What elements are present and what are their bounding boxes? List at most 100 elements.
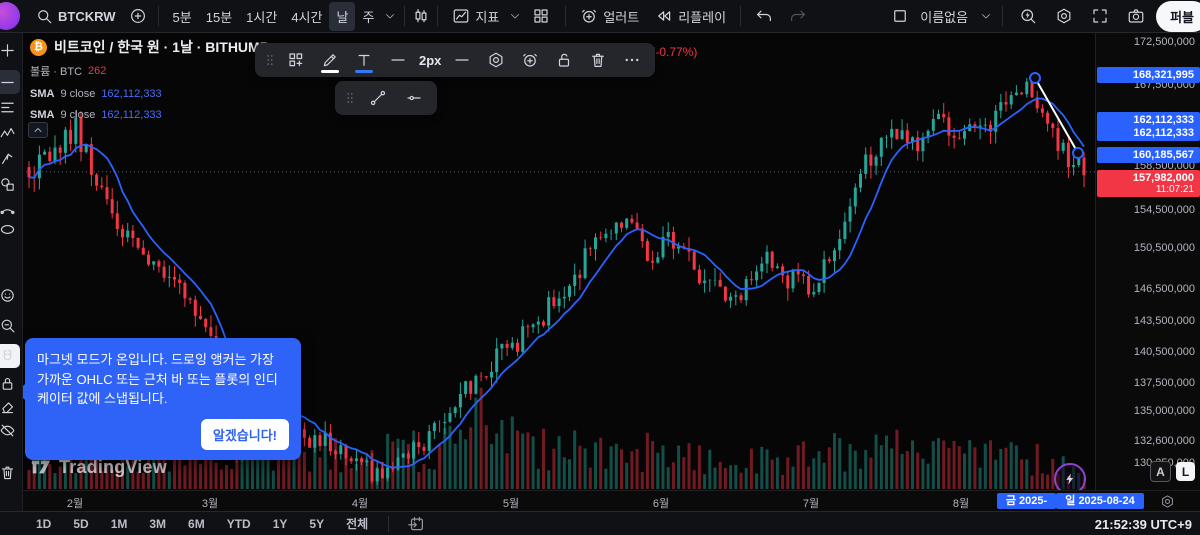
volume-legend-value: 262 <box>88 65 107 77</box>
delete-drawing-button[interactable] <box>583 45 613 75</box>
range-button-1M[interactable]: 1M <box>109 515 130 533</box>
sidebar-tool-lock[interactable] <box>0 371 20 395</box>
sma-label[interactable]: SMA <box>30 88 54 100</box>
user-avatar[interactable] <box>0 2 20 30</box>
alert-button[interactable]: 얼러트 <box>573 2 646 31</box>
timeframe-button-5분[interactable]: 5분 <box>166 2 199 31</box>
range-button-6M[interactable]: 6M <box>186 515 207 533</box>
indicator-templates-icon[interactable] <box>532 7 550 25</box>
chart-legend: ₿ 비트코인 / 한국 원 · 1날 · BITHUMB 볼륨 · BTC 26… <box>30 37 270 121</box>
sma-value: 162,112,333 <box>101 88 162 100</box>
drawing-settings-button[interactable] <box>481 45 511 75</box>
auto-scale-button[interactable]: A <box>1150 461 1171 482</box>
sidebar-tool-shapes[interactable] <box>0 172 20 196</box>
timeframe-button-주[interactable]: 주 <box>355 2 381 31</box>
timeframe-expand-icon[interactable] <box>383 9 397 23</box>
legend-collapse-button[interactable] <box>28 122 48 138</box>
tooltip-ok-button[interactable]: 알겠습니다! <box>200 418 289 450</box>
sidebar-tool-ellipse[interactable] <box>0 217 20 241</box>
sidebar-tool-pattern[interactable] <box>0 121 20 145</box>
watermark-text: TradingView <box>59 456 167 477</box>
sidebar-tool-hide[interactable] <box>0 418 20 442</box>
chart-canvas[interactable]: ₿ 비트코인 / 한국 원 · 1날 · BITHUMB 볼륨 · BTC 26… <box>17 33 1095 495</box>
undo-icon[interactable] <box>755 7 773 25</box>
divider <box>437 6 439 26</box>
timeframe-button-날[interactable]: 날 <box>329 1 356 31</box>
text-color-button[interactable] <box>349 45 379 75</box>
price-tick: 137,500,000 <box>1133 377 1195 389</box>
divider <box>740 6 742 26</box>
indicators-expand-icon[interactable] <box>508 9 522 23</box>
drag-handle-icon[interactable] <box>263 49 277 71</box>
shapes-icon <box>0 176 16 193</box>
line-width-button[interactable] <box>383 45 413 75</box>
range-button-YTD[interactable]: YTD <box>225 515 253 533</box>
layout-name-label: 이름없음 <box>920 9 969 25</box>
timeframe-button-4시간[interactable]: 4시간 <box>284 2 329 31</box>
range-button-전체[interactable]: 전체 <box>344 513 370 534</box>
layout-expand-icon[interactable] <box>979 9 993 23</box>
clock-label[interactable]: 21:52:39 UTC+9 <box>1095 512 1192 535</box>
template-plus-icon <box>287 51 305 69</box>
price-tick: 135,000,000 <box>1133 405 1195 417</box>
fullscreen-icon[interactable] <box>1091 7 1109 25</box>
divider <box>565 6 567 26</box>
layout-name-button[interactable]: 이름없음 <box>913 2 975 31</box>
trendline-anchor-end <box>1072 147 1084 159</box>
sma-label[interactable]: SMA <box>30 109 54 121</box>
month-tick: 4월 <box>351 498 369 510</box>
sidebar-tool-zoom[interactable] <box>0 313 20 337</box>
sidebar-tool-forecast[interactable] <box>0 146 20 170</box>
line-color-button[interactable] <box>315 45 345 75</box>
price-axis[interactable]: A L 172,500,000 167,500,000 158,500,000 154… <box>1095 33 1200 490</box>
unlock-icon <box>555 51 573 69</box>
indicators-label: 지표 <box>475 9 500 25</box>
range-button-5Y[interactable]: 5Y <box>307 515 326 533</box>
compare-add-icon[interactable] <box>129 7 147 25</box>
range-button-3M[interactable]: 3M <box>147 515 168 533</box>
horizontal-ray-tool-button[interactable] <box>399 83 429 113</box>
sidebar-tool-eraser[interactable] <box>0 394 20 418</box>
range-button-1Y[interactable]: 1Y <box>271 515 290 533</box>
more-options-button[interactable] <box>617 45 647 75</box>
quick-search-icon[interactable] <box>1019 7 1037 25</box>
lock-drawing-button[interactable] <box>549 45 579 75</box>
publish-button[interactable]: 퍼블 <box>1156 0 1200 32</box>
volume-legend-label[interactable]: 볼륨 · BTC <box>30 63 82 79</box>
time-axis[interactable]: 2월3월4월5월6월7월8월월금 2025-일 2025-08-24 <box>0 490 1200 512</box>
line-tools-toolbar <box>335 81 437 115</box>
price-tick: 146,500,000 <box>1133 283 1195 295</box>
settings-icon[interactable] <box>1055 7 1073 25</box>
sidebar-tool-magnet[interactable] <box>0 344 20 368</box>
pattern-icon <box>0 125 16 142</box>
symbol-title[interactable]: 비트코인 / 한국 원 · 1날 · BITHUMB <box>54 37 270 57</box>
eraser-icon <box>0 398 16 415</box>
trend-line-tool-button[interactable] <box>363 83 393 113</box>
sidebar-tool-crosshair[interactable] <box>0 38 20 62</box>
indicators-button[interactable]: 지표 <box>445 2 506 31</box>
snapshot-camera-icon[interactable] <box>1127 7 1145 25</box>
timeframe-button-15분[interactable]: 15분 <box>199 2 239 31</box>
sidebar-tool-trash[interactable] <box>0 460 20 484</box>
range-button-1D[interactable]: 1D <box>34 515 53 533</box>
axis-settings-gear-icon[interactable] <box>1160 494 1175 509</box>
sidebar-tool-fib[interactable] <box>0 95 20 119</box>
redo-icon[interactable] <box>789 7 807 25</box>
replay-button[interactable]: 리플레이 <box>648 2 733 31</box>
symbol-search-button[interactable]: BTCKRW <box>28 2 123 30</box>
template-button[interactable] <box>281 45 311 75</box>
range-button-5D[interactable]: 5D <box>71 515 90 533</box>
line-width-label[interactable]: 2px <box>417 53 443 68</box>
log-scale-button[interactable]: L <box>1176 462 1195 481</box>
add-alert-button[interactable] <box>515 45 545 75</box>
fib-icon <box>0 99 16 116</box>
drag-handle-icon[interactable] <box>343 87 357 109</box>
layout-select-icon[interactable] <box>891 7 909 25</box>
sidebar-tool-sticker[interactable] <box>0 283 20 307</box>
line-style-button[interactable] <box>447 45 477 75</box>
chart-type-icon[interactable] <box>412 7 430 25</box>
go-to-date-icon[interactable] <box>407 515 425 533</box>
timeframe-button-1시간[interactable]: 1시간 <box>239 2 284 31</box>
sidebar-tool-trendline[interactable] <box>0 70 20 94</box>
indicator-price-badge: 162,112,333 <box>1097 125 1200 141</box>
